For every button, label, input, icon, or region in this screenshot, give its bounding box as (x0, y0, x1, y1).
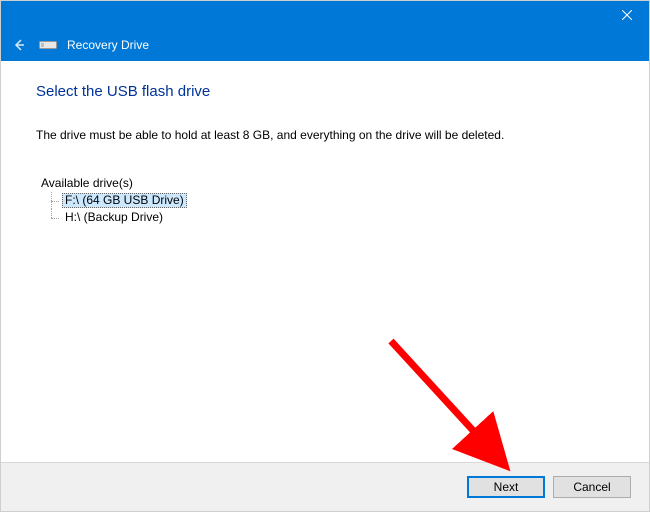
wizard-header: Recovery Drive (1, 29, 649, 61)
drive-item-label: H:\ (Backup Drive) (62, 210, 166, 225)
window-title: Recovery Drive (67, 38, 149, 52)
back-arrow-icon (11, 37, 27, 53)
wizard-footer: Next Cancel (1, 462, 649, 511)
next-button[interactable]: Next (467, 476, 545, 498)
available-drives-tree: F:\ (64 GB USB Drive) H:\ (Backup Drive) (48, 192, 614, 226)
available-drives-label: Available drive(s) (41, 176, 614, 190)
recovery-drive-icon (39, 39, 57, 51)
recovery-drive-wizard-window: Recovery Drive Select the USB flash driv… (0, 0, 650, 512)
tree-connector-icon (48, 192, 62, 209)
back-button[interactable] (9, 35, 29, 55)
window-close-button[interactable] (607, 4, 647, 26)
drive-list-item[interactable]: F:\ (64 GB USB Drive) (48, 192, 614, 209)
drive-item-label: F:\ (64 GB USB Drive) (62, 193, 187, 208)
wizard-content: Select the USB flash drive The drive mus… (1, 61, 649, 462)
page-description: The drive must be able to hold at least … (36, 128, 614, 142)
drive-list-item[interactable]: H:\ (Backup Drive) (48, 209, 614, 226)
close-icon (622, 10, 632, 20)
page-heading: Select the USB flash drive (36, 83, 614, 100)
window-titlebar (1, 1, 649, 29)
cancel-button[interactable]: Cancel (553, 476, 631, 498)
tree-connector-icon (48, 209, 62, 226)
